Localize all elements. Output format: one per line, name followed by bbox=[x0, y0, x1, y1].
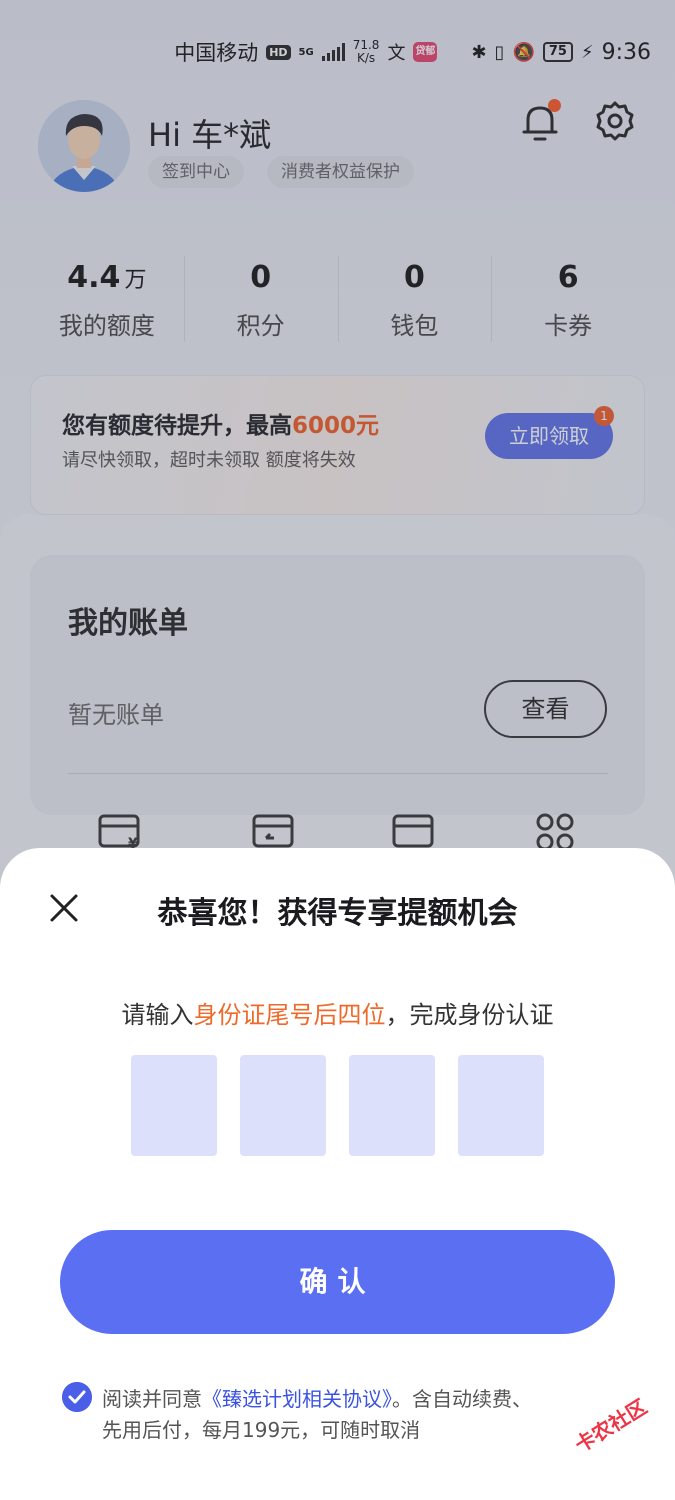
agreement-text-line2: 先用后付，每月199元，可随时取消 bbox=[102, 1418, 421, 1442]
id-digit-input-2[interactable] bbox=[240, 1055, 326, 1156]
confirm-button[interactable]: 确认 bbox=[60, 1230, 615, 1334]
agreement-link[interactable]: 《臻选计划相关协议》 bbox=[202, 1387, 392, 1411]
prompt-prefix: 请输入 bbox=[121, 1001, 194, 1029]
agree-prefix: 阅读并同意 bbox=[102, 1387, 202, 1411]
sheet-title: 恭喜您！获得专享提额机会 bbox=[157, 896, 518, 931]
prompt-highlight: 身份证尾号后四位 bbox=[193, 1001, 386, 1029]
id-digit-input-1[interactable] bbox=[131, 1055, 217, 1156]
id-digit-input-4[interactable] bbox=[458, 1055, 544, 1156]
agree-suffix: 。含自动续费、 bbox=[392, 1387, 532, 1411]
agreement-checkbox-icon[interactable] bbox=[62, 1382, 92, 1412]
prompt-suffix: ，完成身份认证 bbox=[385, 1001, 554, 1029]
id-digit-input-3[interactable] bbox=[349, 1055, 435, 1156]
agreement-text: 阅读并同意《臻选计划相关协议》。含自动续费、 bbox=[102, 1383, 532, 1412]
id-prompt: 请输入身份证尾号后四位，完成身份认证 bbox=[0, 995, 675, 1030]
